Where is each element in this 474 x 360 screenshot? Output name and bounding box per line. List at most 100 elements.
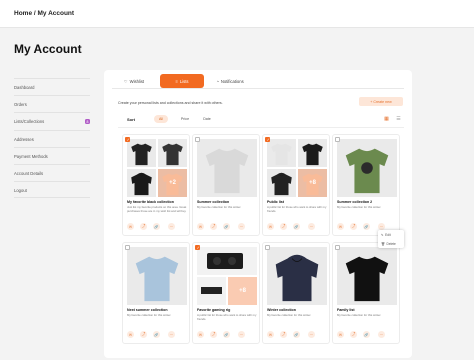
- email-icon[interactable]: ✉: [127, 223, 134, 230]
- sidebar-item-logout[interactable]: Logout: [14, 181, 90, 199]
- product-image: [127, 247, 187, 305]
- card-description: My favorite collection for this winter.: [337, 313, 382, 317]
- card-actions: ✉ ⤴ 🔗 ⋯: [267, 223, 327, 231]
- more-options-icon[interactable]: ⋯: [308, 223, 315, 230]
- card-actions: ✉ ⤴ 🔗 ⋯: [127, 331, 187, 339]
- share-icon[interactable]: ⤴: [350, 331, 357, 338]
- email-icon[interactable]: ✉: [267, 331, 274, 338]
- sidebar-item-label: Lists/Collections: [14, 119, 45, 125]
- email-icon[interactable]: ✉: [337, 223, 344, 230]
- link-icon[interactable]: 🔗: [363, 223, 370, 230]
- lists-panel: ♡ Wishlist ≡ Lists ◔ Notifications Create y…: [104, 70, 412, 358]
- sidebar-item-lists[interactable]: Lists/Collections 8: [14, 112, 90, 129]
- sort-all[interactable]: All: [154, 115, 168, 123]
- card-description: My favorite collection for this winter.: [127, 313, 172, 317]
- sort-label: Sort: [127, 117, 135, 122]
- menu-edit[interactable]: ✎ Edit: [378, 232, 404, 239]
- collection-card[interactable]: Family list My favorite collection for th…: [332, 242, 400, 344]
- sidebar-item-addresses[interactable]: Addresses: [14, 129, 90, 147]
- collection-card[interactable]: Summer collection 2 My favorite collectio…: [332, 134, 400, 236]
- link-icon[interactable]: 🔗: [223, 331, 230, 338]
- share-icon[interactable]: ⤴: [140, 331, 147, 338]
- product-image: [337, 247, 397, 305]
- card-actions: ✉ ⤴ 🔗 ⋯: [127, 223, 187, 231]
- card-description: My favorite collection for this winter.: [267, 313, 312, 317]
- email-icon[interactable]: ✉: [197, 223, 204, 230]
- more-options-icon[interactable]: ⋯: [378, 223, 385, 230]
- menu-label: Edit: [385, 233, 391, 237]
- more-count: +8: [298, 169, 327, 197]
- lists-description: Create your personal lists and collectio…: [118, 101, 223, 105]
- link-icon[interactable]: 🔗: [293, 331, 300, 338]
- tab-notifications[interactable]: ◔ Notifications: [208, 74, 252, 88]
- more-options-icon[interactable]: ⋯: [168, 331, 175, 338]
- select-checkbox[interactable]: [335, 137, 340, 142]
- select-checkbox[interactable]: [335, 245, 340, 250]
- link-icon[interactable]: 🔗: [153, 223, 160, 230]
- link-icon[interactable]: 🔗: [363, 331, 370, 338]
- link-icon[interactable]: 🔗: [223, 223, 230, 230]
- share-icon[interactable]: ⤴: [280, 223, 287, 230]
- select-checkbox[interactable]: [195, 245, 200, 250]
- sidebar-item-orders[interactable]: Orders: [14, 95, 90, 112]
- card-gallery: [197, 139, 257, 197]
- more-options-icon[interactable]: ⋯: [168, 223, 175, 230]
- product-thumbnail: +2: [158, 169, 187, 197]
- card-title: Next summer collection: [127, 308, 168, 312]
- collection-card[interactable]: Next summer collection My favorite collec…: [122, 242, 190, 344]
- share-icon[interactable]: ⤴: [140, 223, 147, 230]
- collection-card[interactable]: +2 My favorite black collectionJust list …: [122, 134, 190, 236]
- list-view-icon[interactable]: ☰: [395, 116, 402, 123]
- sidebar-item-payment[interactable]: Payment Methods: [14, 146, 90, 164]
- email-icon[interactable]: ✉: [127, 331, 134, 338]
- collection-card[interactable]: Winter collection My favorite collection …: [262, 242, 330, 344]
- more-options-icon[interactable]: ⋯: [238, 331, 245, 338]
- select-checkbox[interactable]: [195, 137, 200, 142]
- select-checkbox[interactable]: [125, 137, 130, 142]
- card-title: Winter collection: [267, 308, 296, 312]
- breadcrumb[interactable]: Home / My Account: [14, 10, 74, 17]
- collection-card[interactable]: +8 Public listA public list for those who…: [262, 134, 330, 236]
- link-icon[interactable]: 🔗: [153, 331, 160, 338]
- tab-label: Wishlist: [129, 78, 145, 84]
- share-icon[interactable]: ⤴: [210, 223, 217, 230]
- gpu-thumbnail: [197, 247, 257, 275]
- share-icon[interactable]: ⤴: [280, 331, 287, 338]
- grid-view-icon[interactable]: ▦: [383, 116, 390, 123]
- sidebar-item-label: Orders: [14, 102, 27, 108]
- sidebar-item-label: Account Details: [14, 171, 44, 177]
- edit-icon: ✎: [381, 233, 384, 237]
- email-icon[interactable]: ✉: [197, 331, 204, 338]
- more-options-icon[interactable]: ⋯: [238, 223, 245, 230]
- collection-card[interactable]: +8 Favorite gaming rigA public list for t…: [192, 242, 260, 344]
- select-checkbox[interactable]: [265, 245, 270, 250]
- sidebar-item-dashboard[interactable]: Dashboard: [14, 78, 90, 95]
- more-count: +8: [239, 288, 246, 294]
- share-icon[interactable]: ⤴: [350, 223, 357, 230]
- create-new-button[interactable]: + Create new: [359, 97, 403, 106]
- list-icon: ≡: [175, 78, 178, 84]
- link-icon[interactable]: 🔗: [293, 223, 300, 230]
- select-checkbox[interactable]: [125, 245, 130, 250]
- card-title: Public list: [267, 200, 284, 204]
- product-thumbnail: [298, 139, 327, 167]
- sort-date[interactable]: Date: [200, 115, 214, 123]
- email-icon[interactable]: ✉: [337, 331, 344, 338]
- card-actions: ✉ ⤴ 🔗 ⋯: [197, 331, 257, 339]
- select-checkbox[interactable]: [265, 137, 270, 142]
- more-options-icon[interactable]: ⋯: [378, 331, 385, 338]
- ram-thumbnail: [197, 277, 226, 305]
- bell-icon: ◔: [216, 78, 219, 84]
- sort-price[interactable]: Price: [178, 115, 192, 123]
- email-icon[interactable]: ✉: [267, 223, 274, 230]
- sidebar-item-account[interactable]: Account Details: [14, 163, 90, 181]
- menu-delete[interactable]: 🗑 Delete: [378, 240, 404, 247]
- share-icon[interactable]: ⤴: [210, 331, 217, 338]
- product-thumbnail: [127, 169, 156, 197]
- tab-wishlist[interactable]: ♡ Wishlist: [112, 74, 156, 88]
- product-image: [267, 247, 327, 305]
- tab-lists[interactable]: ≡ Lists: [160, 74, 204, 88]
- product-thumbnail: [127, 139, 156, 167]
- collection-card[interactable]: Summer collection My favorite collection …: [192, 134, 260, 236]
- more-options-icon[interactable]: ⋯: [308, 331, 315, 338]
